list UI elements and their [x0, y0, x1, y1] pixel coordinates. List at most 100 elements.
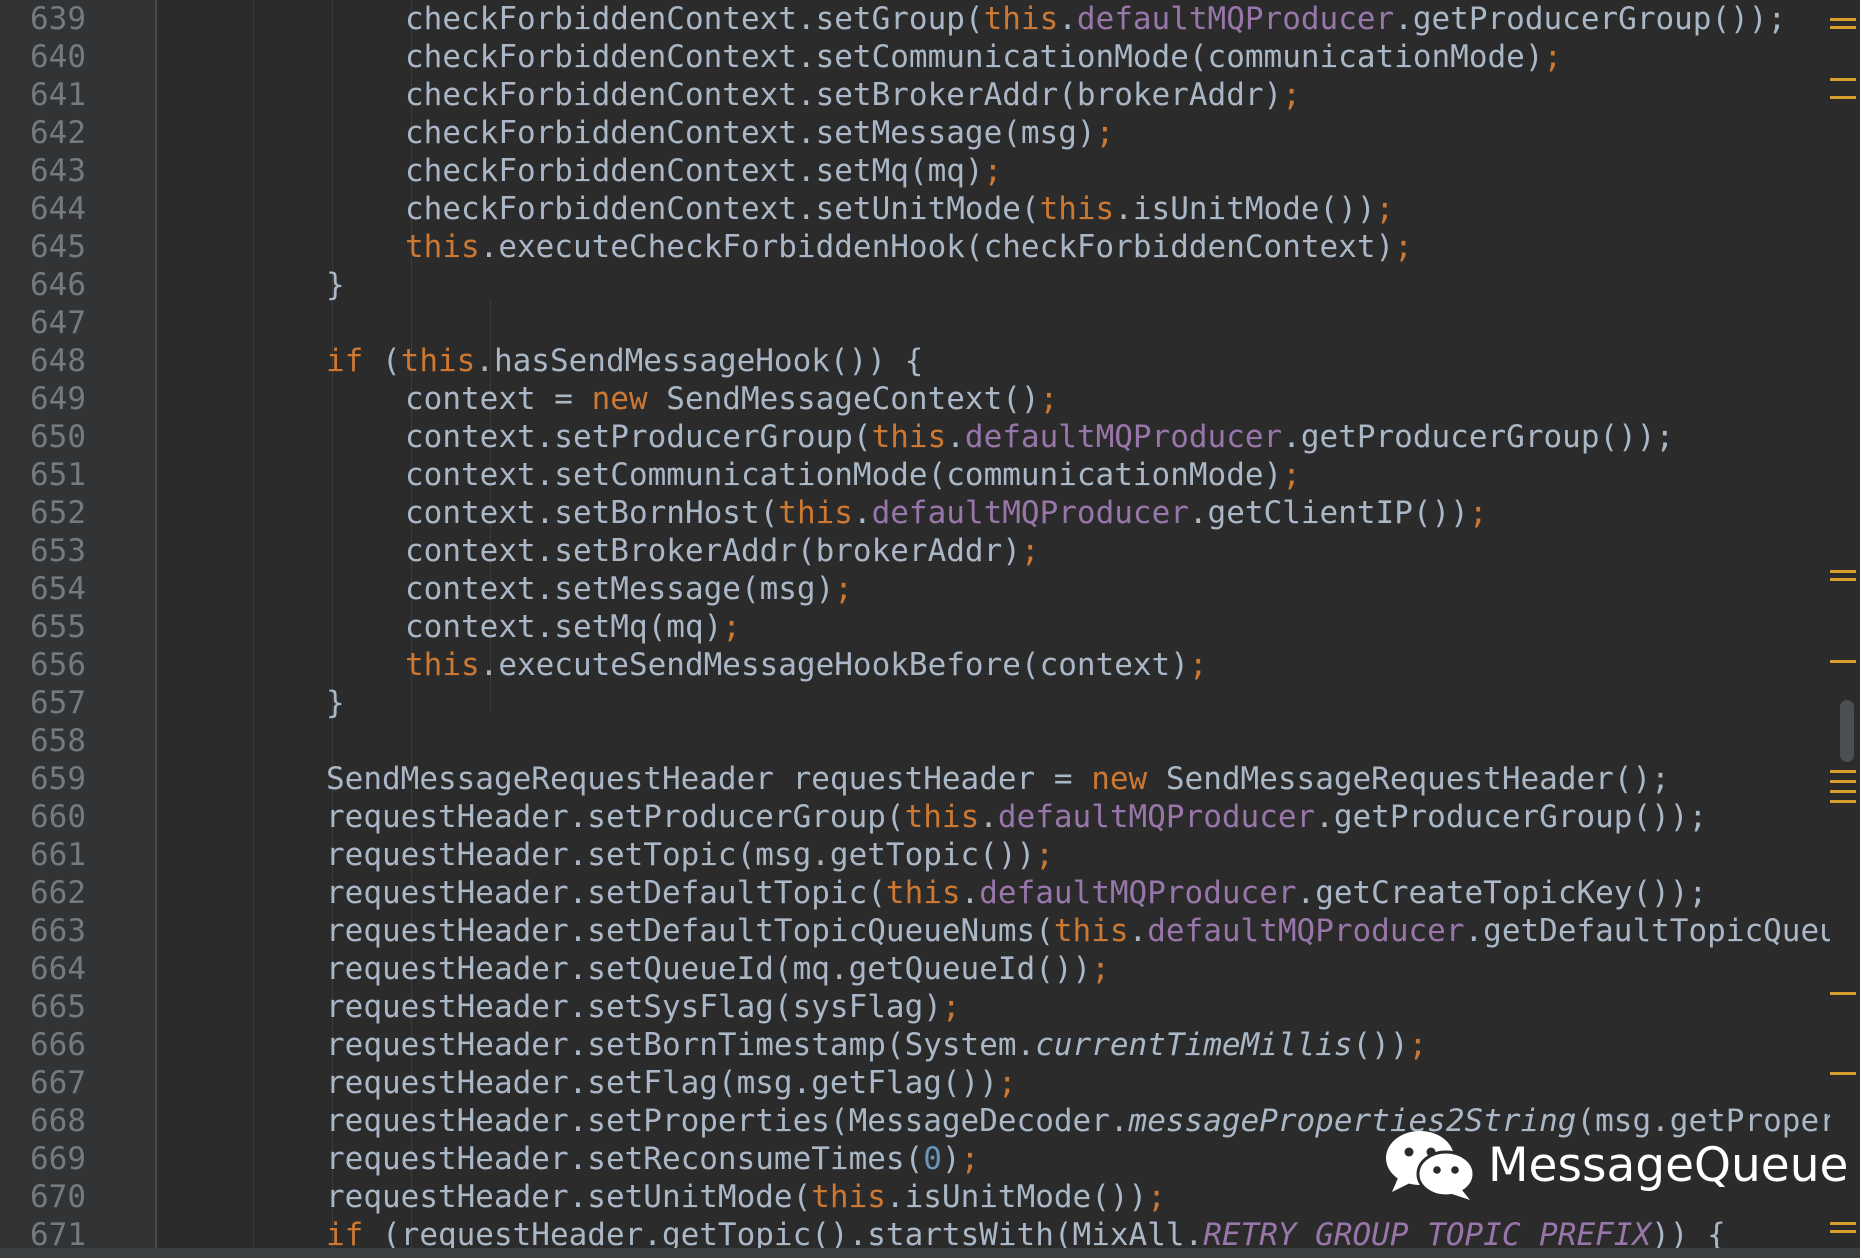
line-number[interactable]: 639: [0, 0, 86, 38]
code-line[interactable]: 665 requestHeader.setSysFlag(sysFlag);: [0, 988, 1840, 1026]
line-number[interactable]: 658: [0, 722, 86, 760]
error-stripe-mark[interactable]: [1830, 26, 1856, 29]
code-text: context.setBrokerAddr(brokerAddr);: [405, 532, 1830, 570]
line-number[interactable]: 667: [0, 1064, 86, 1102]
error-stripe-mark[interactable]: [1830, 578, 1856, 581]
scrollbar-thumb[interactable]: [1840, 700, 1854, 762]
line-number[interactable]: 643: [0, 152, 86, 190]
code-token: ;: [1282, 457, 1301, 493]
error-stripe-mark[interactable]: [1830, 800, 1856, 803]
code-line[interactable]: 652 context.setBornHost(this.defaultMQPro…: [0, 494, 1840, 532]
line-number[interactable]: 649: [0, 380, 86, 418]
error-stripe-mark[interactable]: [1830, 78, 1856, 81]
horizontal-scrollbar[interactable]: [0, 1248, 1860, 1258]
line-number[interactable]: 665: [0, 988, 86, 1026]
code-line[interactable]: 649 context = new SendMessageContext();: [0, 380, 1840, 418]
code-line[interactable]: 662 requestHeader.setDefaultTopic(this.de…: [0, 874, 1840, 912]
line-number[interactable]: 661: [0, 836, 86, 874]
code-token: ;: [1091, 951, 1110, 987]
code-line[interactable]: 664 requestHeader.setQueueId(mq.getQueueI…: [0, 950, 1840, 988]
line-number[interactable]: 654: [0, 570, 86, 608]
line-number[interactable]: 662: [0, 874, 86, 912]
code-line[interactable]: 655 context.setMq(mq);: [0, 608, 1840, 646]
error-stripe-mark[interactable]: [1830, 790, 1856, 793]
error-stripe-mark[interactable]: [1830, 570, 1856, 573]
code-token: .isUnitMode()): [1114, 191, 1376, 227]
code-line[interactable]: 656 this.executeSendMessageHookBefore(con…: [0, 646, 1840, 684]
error-stripe-mark[interactable]: [1830, 780, 1856, 783]
line-number[interactable]: 653: [0, 532, 86, 570]
code-token: .getProducerGroup());: [1315, 799, 1708, 835]
code-line[interactable]: 661 requestHeader.setTopic(msg.getTopic()…: [0, 836, 1840, 874]
code-line[interactable]: 644 checkForbiddenContext.setUnitMode(thi…: [0, 190, 1840, 228]
code-line[interactable]: 654 context.setMessage(msg);: [0, 570, 1840, 608]
code-line[interactable]: 642 checkForbiddenContext.setMessage(msg)…: [0, 114, 1840, 152]
code-line[interactable]: 657}: [0, 684, 1840, 722]
code-text: this.executeSendMessageHookBefore(contex…: [405, 646, 1830, 684]
line-number[interactable]: 645: [0, 228, 86, 266]
code-token: requestHeader.setQueueId(mq.getQueueId()…: [326, 951, 1092, 987]
code-line[interactable]: 667 requestHeader.setFlag(msg.getFlag());: [0, 1064, 1840, 1102]
code-line[interactable]: 650 context.setProducerGroup(this.default…: [0, 418, 1840, 456]
code-token: ;: [960, 1141, 980, 1177]
code-line[interactable]: 653 context.setBrokerAddr(brokerAddr);: [0, 532, 1840, 570]
line-number[interactable]: 651: [0, 456, 86, 494]
error-stripe-mark[interactable]: [1830, 770, 1856, 773]
code-token: currentTimeMillis: [1035, 1027, 1353, 1063]
line-number[interactable]: 647: [0, 304, 86, 342]
line-number[interactable]: 641: [0, 76, 86, 114]
line-number[interactable]: 650: [0, 418, 86, 456]
error-stripe-mark[interactable]: [1830, 660, 1856, 663]
code-line[interactable]: 666 requestHeader.setBornTimestamp(System…: [0, 1026, 1840, 1064]
line-number[interactable]: 668: [0, 1102, 86, 1140]
code-line[interactable]: 660 requestHeader.setProducerGroup(this.d…: [0, 798, 1840, 836]
code-line[interactable]: 643 checkForbiddenContext.setMq(mq);: [0, 152, 1840, 190]
code-text: this.executeCheckForbiddenHook(checkForb…: [405, 228, 1830, 266]
code-line[interactable]: 646}: [0, 266, 1840, 304]
error-stripe-mark[interactable]: [1830, 18, 1856, 21]
code-text: checkForbiddenContext.setGroup(this.defa…: [405, 0, 1830, 38]
error-stripe-mark[interactable]: [1830, 1230, 1856, 1233]
code-line[interactable]: 651 context.setCommunicationMode(communic…: [0, 456, 1840, 494]
line-number[interactable]: 669: [0, 1140, 86, 1178]
code-token: context =: [405, 381, 592, 417]
code-line[interactable]: 640 checkForbiddenContext.setCommunicatio…: [0, 38, 1840, 76]
line-number[interactable]: 655: [0, 608, 86, 646]
line-number[interactable]: 659: [0, 760, 86, 798]
line-number[interactable]: 652: [0, 494, 86, 532]
vertical-scrollbar[interactable]: [1830, 0, 1860, 1248]
line-number[interactable]: 648: [0, 342, 86, 380]
line-number[interactable]: 644: [0, 190, 86, 228]
line-number[interactable]: 664: [0, 950, 86, 988]
line-number[interactable]: 646: [0, 266, 86, 304]
code-token: requestHeader.setDefaultTopic(: [326, 875, 886, 911]
code-line[interactable]: 648 if (this.hasSendMessageHook()) {: [0, 342, 1840, 380]
code-token: ;: [983, 153, 1003, 189]
line-number[interactable]: 666: [0, 1026, 86, 1064]
error-stripe-mark[interactable]: [1830, 96, 1856, 99]
code-line[interactable]: 647: [0, 304, 1840, 342]
code-text: requestHeader.setQueueId(mq.getQueueId()…: [326, 950, 1830, 988]
code-text: context = new SendMessageContext();: [405, 380, 1830, 418]
code-line[interactable]: 645 this.executeCheckForbiddenHook(checkF…: [0, 228, 1840, 266]
code-text: checkForbiddenContext.setCommunicationMo…: [405, 38, 1830, 76]
code-token: SendMessageRequestHeader();: [1147, 761, 1670, 797]
line-number[interactable]: 642: [0, 114, 86, 152]
line-number[interactable]: 657: [0, 684, 86, 722]
code-line[interactable]: 658: [0, 722, 1840, 760]
line-number[interactable]: 660: [0, 798, 86, 836]
code-token: context.setMessage(msg): [405, 571, 835, 607]
error-stripe-mark[interactable]: [1830, 1222, 1856, 1225]
code-text: requestHeader.setDefaultTopicQueueNums(t…: [326, 912, 1830, 950]
line-number[interactable]: 670: [0, 1178, 86, 1216]
error-stripe-mark[interactable]: [1830, 992, 1856, 995]
code-editor[interactable]: 639 checkForbiddenContext.setGroup(this.d…: [0, 0, 1860, 1253]
code-line[interactable]: 639 checkForbiddenContext.setGroup(this.d…: [0, 0, 1840, 38]
line-number[interactable]: 640: [0, 38, 86, 76]
line-number[interactable]: 656: [0, 646, 86, 684]
code-line[interactable]: 641 checkForbiddenContext.setBrokerAddr(b…: [0, 76, 1840, 114]
error-stripe-mark[interactable]: [1830, 1072, 1856, 1075]
code-line[interactable]: 663 requestHeader.setDefaultTopicQueueNum…: [0, 912, 1840, 950]
line-number[interactable]: 663: [0, 912, 86, 950]
code-line[interactable]: 659 SendMessageRequestHeader requestHeade…: [0, 760, 1840, 798]
